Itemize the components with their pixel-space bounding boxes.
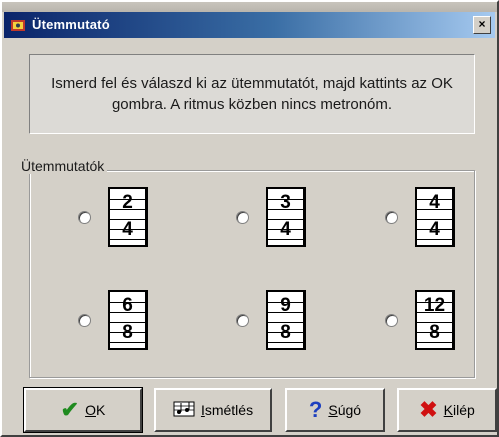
- radio-4-4[interactable]: [385, 211, 398, 224]
- quit-button-label: Kilép: [443, 402, 475, 418]
- quit-button[interactable]: ✖ Kilép: [397, 388, 497, 432]
- time-signature-9-8: 9 8: [266, 290, 306, 350]
- close-button[interactable]: ×: [473, 16, 491, 34]
- time-signature-2-4: 2 4: [108, 187, 148, 247]
- option-9-8[interactable]: 9 8: [236, 290, 356, 360]
- instruction-panel: Ismerd fel és válaszd ki az ütemmutatót,…: [29, 54, 475, 134]
- radio-2-4[interactable]: [78, 211, 91, 224]
- ok-button[interactable]: ✔ OK: [23, 387, 143, 433]
- option-3-4[interactable]: 3 4: [236, 187, 356, 257]
- help-button-label: Súgó: [328, 402, 362, 418]
- denominator: 4: [429, 219, 440, 240]
- repeat-button[interactable]: Ismétlés: [154, 388, 272, 432]
- radio-3-4[interactable]: [236, 211, 249, 224]
- background-strip: [2, 2, 497, 12]
- window-title: Ütemmutató: [32, 17, 110, 32]
- instruction-text: Ismerd fel és válaszd ki az ütemmutatót,…: [51, 75, 453, 113]
- title-bar[interactable]: Ütemmutató ×: [4, 12, 495, 38]
- numerator: 9: [280, 295, 291, 316]
- numerator: 3: [280, 192, 291, 213]
- numerator: 4: [429, 192, 440, 213]
- numerator: 6: [122, 295, 133, 316]
- time-signature-group-label: Ütemmutatók: [18, 158, 108, 174]
- time-signature-3-4: 3 4: [266, 187, 306, 247]
- time-signature-6-8: 6 8: [108, 290, 148, 350]
- dialog-window: Ütemmutató × Ismerd fel és válaszd ki az…: [0, 0, 499, 437]
- repeat-button-label: Ismétlés: [200, 402, 254, 418]
- radio-9-8[interactable]: [236, 314, 249, 327]
- ok-button-label: OK: [85, 402, 106, 418]
- repeat-notes-icon: [173, 400, 195, 421]
- option-6-8[interactable]: 6 8: [78, 290, 198, 360]
- close-icon: ×: [478, 17, 486, 31]
- denominator: 4: [122, 219, 133, 240]
- option-2-4[interactable]: 2 4: [78, 187, 198, 257]
- option-4-4[interactable]: 4 4: [385, 187, 499, 257]
- app-icon: [10, 17, 26, 33]
- denominator: 8: [280, 322, 291, 343]
- time-signature-4-4: 4 4: [415, 187, 455, 247]
- time-signature-12-8: 12 8: [415, 290, 455, 350]
- numerator: 12: [423, 295, 446, 316]
- radio-12-8[interactable]: [385, 314, 398, 327]
- help-button[interactable]: ? Súgó: [285, 388, 385, 432]
- numerator: 2: [122, 192, 133, 213]
- option-12-8[interactable]: 12 8: [385, 290, 499, 360]
- x-icon: ✖: [419, 397, 438, 422]
- denominator: 4: [280, 219, 291, 240]
- denominator: 8: [122, 322, 133, 343]
- radio-6-8[interactable]: [78, 314, 91, 327]
- checkmark-icon: ✔: [60, 397, 80, 422]
- denominator: 8: [429, 322, 440, 343]
- question-icon: ?: [308, 397, 323, 422]
